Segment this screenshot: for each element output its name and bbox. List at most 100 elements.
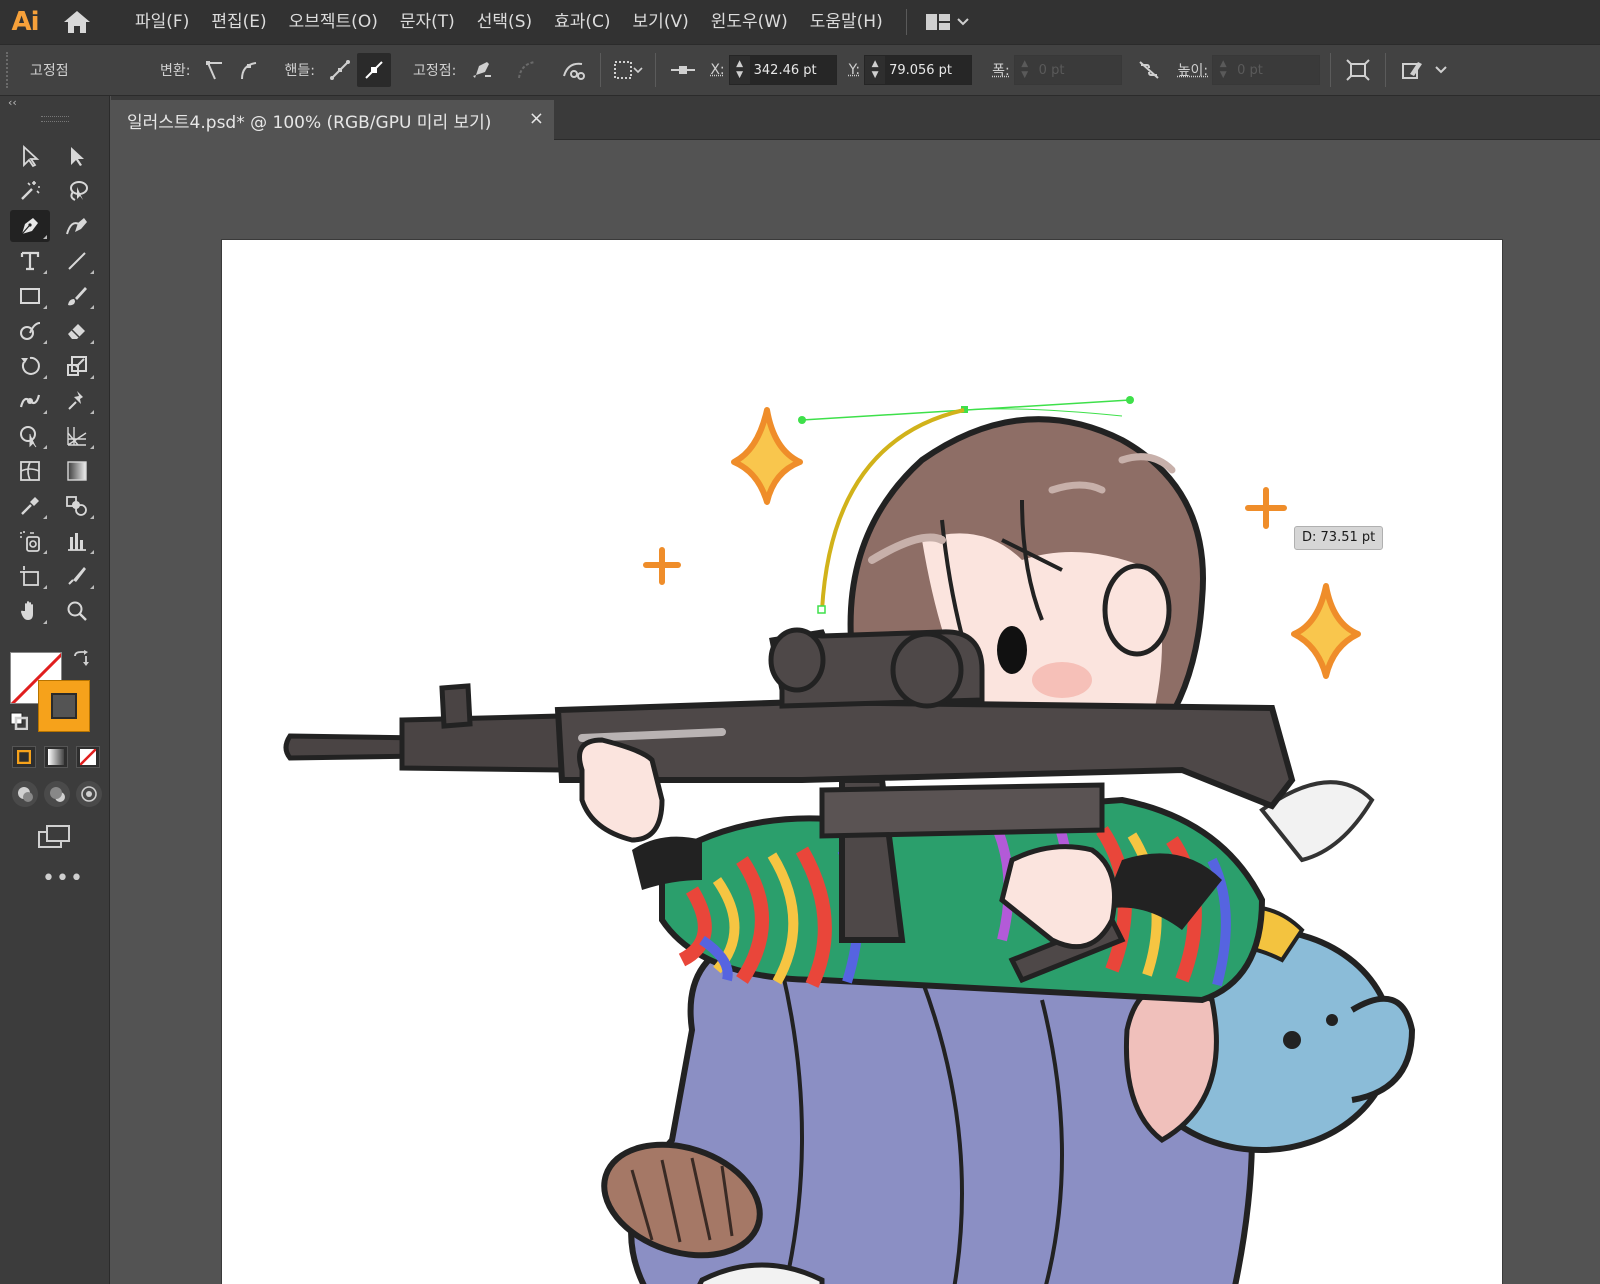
handles-label: 핸들: bbox=[284, 63, 315, 79]
blend-icon bbox=[66, 495, 87, 516]
type-t-icon bbox=[20, 251, 40, 270]
symbol-sprayer-tool[interactable] bbox=[10, 525, 50, 557]
remove-anchor-button[interactable] bbox=[464, 53, 498, 87]
width-stepper[interactable]: ▲ ▼ bbox=[1015, 56, 1035, 84]
control-bar-grip[interactable] bbox=[6, 52, 14, 88]
menu-items: 파일(F) 편집(E) 오브젝트(O) 문자(T) 선택(S) 효과(C) 보기… bbox=[124, 0, 975, 44]
menu-window[interactable]: 윈도우(W) bbox=[700, 0, 799, 44]
convert-to-corner-button[interactable] bbox=[198, 53, 232, 87]
align-reference-button[interactable] bbox=[666, 53, 700, 87]
x-label: X: bbox=[710, 62, 725, 78]
zoom-tool[interactable] bbox=[57, 595, 97, 627]
rectangle-tool[interactable] bbox=[10, 280, 50, 312]
artboard-tool[interactable] bbox=[10, 560, 50, 592]
gradient-mode-button[interactable] bbox=[44, 746, 68, 768]
scale-tool[interactable] bbox=[57, 350, 97, 382]
gradient-tool[interactable] bbox=[57, 455, 97, 487]
home-button[interactable] bbox=[50, 0, 104, 44]
anchors-label: 고정점: bbox=[412, 63, 457, 79]
y-field: ▲ ▼ bbox=[864, 55, 973, 85]
screen-mode-button[interactable] bbox=[36, 822, 72, 852]
symbol-sprayer-icon bbox=[20, 530, 40, 552]
isolate-group-button[interactable] bbox=[611, 53, 645, 87]
menu-help[interactable]: 도움말(H) bbox=[799, 0, 894, 44]
x-input[interactable] bbox=[749, 56, 836, 84]
pen-minus-icon bbox=[473, 62, 492, 78]
pen-tool[interactable] bbox=[10, 209, 50, 242]
draw-behind-button[interactable] bbox=[44, 781, 70, 807]
menu-file[interactable]: 파일(F) bbox=[124, 0, 200, 44]
type-tool[interactable] bbox=[10, 245, 50, 277]
perspective-grid-tool[interactable] bbox=[57, 420, 97, 452]
magic-wand-icon bbox=[21, 180, 40, 200]
y-stepper[interactable]: ▲ ▼ bbox=[865, 56, 885, 84]
lasso-tool[interactable] bbox=[57, 175, 97, 207]
eyedropper-tool[interactable] bbox=[10, 490, 50, 522]
selection-arrow-icon bbox=[23, 144, 40, 167]
mesh-icon bbox=[20, 460, 40, 481]
artboard[interactable]: D: 73.51 pt bbox=[222, 240, 1502, 1284]
menu-select[interactable]: 선택(S) bbox=[466, 0, 543, 44]
chevron-down-icon: ▼ bbox=[1021, 70, 1029, 80]
rectangle-icon bbox=[20, 287, 40, 304]
chevron-up-icon: ▲ bbox=[871, 59, 879, 69]
magic-wand-tool[interactable] bbox=[10, 175, 50, 207]
rotate-tool[interactable] bbox=[10, 350, 50, 382]
tools-panel-grip[interactable] bbox=[40, 116, 69, 122]
canvas[interactable]: D: 73.51 pt bbox=[111, 140, 1600, 1284]
workspace-switcher[interactable] bbox=[919, 0, 975, 44]
height-stepper[interactable]: ▲ ▼ bbox=[1213, 56, 1233, 84]
width-input[interactable] bbox=[1034, 56, 1121, 84]
chevron-down-icon: ▼ bbox=[871, 70, 879, 80]
menu-effect[interactable]: 효과(C) bbox=[543, 0, 621, 44]
sparkle-plus-right bbox=[1245, 487, 1287, 529]
collapse-panel-button[interactable]: ‹‹ bbox=[0, 96, 109, 112]
connect-anchors-button[interactable] bbox=[510, 53, 544, 87]
convert-to-smooth-button[interactable] bbox=[232, 53, 266, 87]
document-tab[interactable]: 일러스트4.psd* @ 100% (RGB/GPU 미리 보기) × bbox=[111, 100, 554, 140]
pen-options-button[interactable] bbox=[1396, 53, 1430, 87]
curvature-tool[interactable] bbox=[57, 210, 97, 242]
slice-tool[interactable] bbox=[57, 560, 97, 592]
shaper-tool[interactable] bbox=[10, 315, 50, 347]
close-icon[interactable]: × bbox=[529, 108, 544, 129]
menu-view[interactable]: 보기(V) bbox=[622, 0, 700, 44]
default-colors-icon[interactable] bbox=[10, 712, 28, 730]
show-handles-button[interactable] bbox=[323, 53, 357, 87]
selection-tool[interactable] bbox=[10, 140, 50, 172]
blend-tool[interactable] bbox=[57, 490, 97, 522]
cut-path-icon bbox=[563, 62, 586, 80]
cut-path-button[interactable] bbox=[556, 53, 590, 87]
menu-edit[interactable]: 편집(E) bbox=[200, 0, 277, 44]
line-segment-tool[interactable] bbox=[57, 245, 97, 277]
eraser-tool[interactable] bbox=[57, 315, 97, 347]
draw-inside-button[interactable] bbox=[76, 781, 102, 807]
edit-toolbar-button[interactable]: ••• bbox=[42, 866, 109, 891]
constrain-proportions-button[interactable] bbox=[1132, 53, 1166, 87]
x-stepper[interactable]: ▲ ▼ bbox=[730, 56, 750, 84]
height-input[interactable] bbox=[1233, 56, 1320, 84]
none-mode-button[interactable] bbox=[76, 746, 100, 768]
color-mode-button[interactable] bbox=[12, 746, 36, 768]
warp-tool[interactable] bbox=[10, 385, 50, 417]
column-graph-tool[interactable] bbox=[57, 525, 97, 557]
mesh-tool[interactable] bbox=[10, 455, 50, 487]
shape-builder-tool[interactable] bbox=[10, 420, 50, 452]
menu-type[interactable]: 문자(T) bbox=[389, 0, 466, 44]
draw-normal-button[interactable] bbox=[12, 781, 38, 807]
stroke-swatch[interactable] bbox=[38, 680, 90, 732]
width-field: ▲ ▼ bbox=[1013, 55, 1122, 85]
swap-fill-stroke-icon[interactable] bbox=[72, 650, 90, 668]
transform-button[interactable] bbox=[1341, 53, 1375, 87]
paintbrush-tool[interactable] bbox=[57, 280, 97, 312]
control-menu-button[interactable] bbox=[1430, 53, 1452, 87]
menu-object[interactable]: 오브젝트(O) bbox=[278, 0, 389, 44]
x-field: ▲ ▼ bbox=[728, 55, 837, 85]
hide-handles-button[interactable] bbox=[356, 53, 391, 87]
hand-tool[interactable] bbox=[10, 595, 50, 627]
direct-selection-tool[interactable] bbox=[57, 140, 97, 172]
puppet-warp-tool[interactable] bbox=[57, 385, 97, 417]
distance-tooltip: D: 73.51 pt bbox=[1294, 526, 1384, 550]
y-input[interactable] bbox=[885, 56, 972, 84]
home-icon bbox=[64, 11, 90, 33]
